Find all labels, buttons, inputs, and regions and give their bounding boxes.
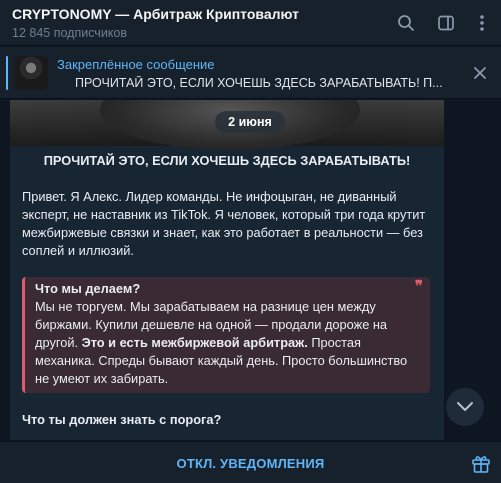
date-badge: 2 июня <box>215 111 285 133</box>
chevron-down-icon <box>457 402 473 411</box>
close-pinned-button[interactable] <box>468 61 492 85</box>
mute-notifications-button[interactable]: ОТКЛ. УВЕДОМЛЕНИЯ <box>0 442 501 483</box>
message-text: ПРОЧИТАЙ ЭТО, ЕСЛИ ХОЧЕШЬ ЗДЕСЬ ЗАРАБАТЫ… <box>22 152 432 429</box>
pinned-label: Закреплённое сообщение <box>57 57 215 72</box>
chat-area[interactable]: 2 июня ПРОЧИТАЙ ЭТО, ЕСЛИ ХОЧЕШЬ ЗДЕСЬ З… <box>0 100 501 440</box>
blockquote: ❞ Что мы делаем? Мы не торгуем. Мы зараб… <box>22 277 430 393</box>
message-subheading: Что ты должен знать с порога? <box>22 412 222 427</box>
search-icon <box>398 15 414 31</box>
quote-bold-text: Это и есть межбиржевой арбитраж. <box>81 335 308 350</box>
chat-header: CRYPTONOMY — Арбитраж Криптовалют 12 845… <box>0 0 501 46</box>
pinned-thumbnail <box>14 56 48 90</box>
sidebar-toggle-icon <box>438 15 454 31</box>
pinned-message-bar[interactable]: Закреплённое сообщение ПРОЧИТАЙ ЭТО, ЕСЛ… <box>0 47 501 99</box>
pinned-accent-line <box>6 56 8 90</box>
subscriber-count: 12 845 подписчиков <box>12 26 128 40</box>
message-intro: Привет. Я Алекс. Лидер команды. Не инфоц… <box>22 189 426 258</box>
message-heading: ПРОЧИТАЙ ЭТО, ЕСЛИ ХОЧЕШЬ ЗДЕСЬ ЗАРАБАТЫ… <box>43 153 411 168</box>
quote-icon: ❞ <box>414 278 423 295</box>
scroll-to-bottom-button[interactable] <box>446 388 484 426</box>
bottom-bar: ОТКЛ. УВЕДОМЛЕНИЯ <box>0 441 501 483</box>
more-menu-button[interactable] <box>470 11 494 35</box>
message-bubble[interactable]: ПРОЧИТАЙ ЭТО, ЕСЛИ ХОЧЕШЬ ЗДЕСЬ ЗАРАБАТЫ… <box>10 100 444 440</box>
channel-title[interactable]: CRYPTONOMY — Арбитраж Криптовалют <box>12 6 299 22</box>
gift-icon <box>472 456 490 473</box>
search-button[interactable] <box>394 11 418 35</box>
quote-body: Мы не торгуем. Мы зарабатываем на разниц… <box>35 298 414 388</box>
gift-button[interactable] <box>470 452 492 474</box>
sidebar-toggle-button[interactable] <box>434 11 458 35</box>
pinned-text: ПРОЧИТАЙ ЭТО, ЕСЛИ ХОЧЕШЬ ЗДЕСЬ ЗАРАБАТЫ… <box>75 76 443 90</box>
close-icon <box>474 67 486 79</box>
more-menu-icon <box>480 15 484 31</box>
quote-title: Что мы делаем? <box>35 281 141 296</box>
